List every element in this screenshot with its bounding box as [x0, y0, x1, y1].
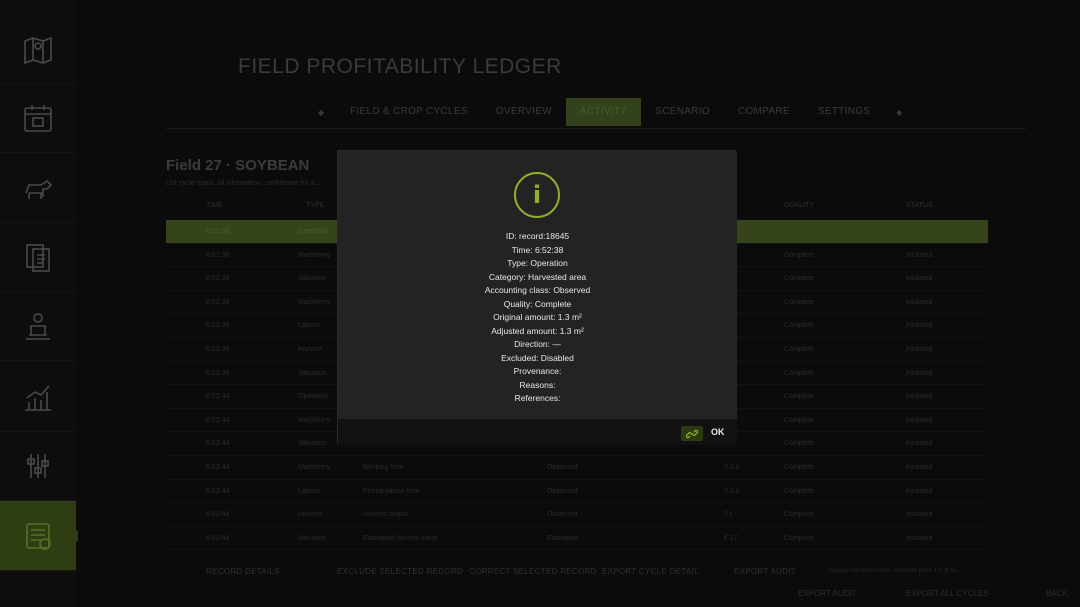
ok-button[interactable]: OK	[711, 427, 725, 437]
dialog-footer: OK	[338, 419, 737, 445]
detail-line: Quality: Complete	[503, 298, 572, 309]
detail-line: Provenance:	[513, 366, 562, 376]
detail-line: Time: 6:52:38	[511, 244, 564, 255]
detail-line: Original amount: 1.3 m²	[493, 312, 582, 322]
detail-line: Excluded: Disabled	[501, 352, 574, 363]
detail-line: ID: record:18645	[505, 231, 570, 241]
record-details: ID: record:18645 Time: 6:52:38 Type: Opera…	[338, 230, 737, 406]
link-key-icon[interactable]	[681, 426, 703, 441]
detail-line: Direction: —	[514, 339, 561, 349]
detail-line: Reasons:	[519, 379, 556, 390]
info-icon: i	[514, 172, 560, 218]
detail-line: Accounting class: Observed	[484, 285, 591, 295]
detail-line: References:	[514, 393, 561, 403]
detail-line: Adjusted amount: 1.3 m²	[491, 325, 584, 336]
detail-line: Category: Harvested area	[488, 271, 587, 282]
modal-overlay: i ID: record:18645 Time: 6:52:38 Type: Ope…	[0, 0, 1080, 607]
detail-line: Type: Operation	[507, 258, 568, 268]
dialog-body: i ID: record:18645 Time: 6:52:38 Type: Ope…	[338, 151, 737, 419]
record-info-dialog: i ID: record:18645 Time: 6:52:38 Type: Ope…	[337, 150, 737, 445]
